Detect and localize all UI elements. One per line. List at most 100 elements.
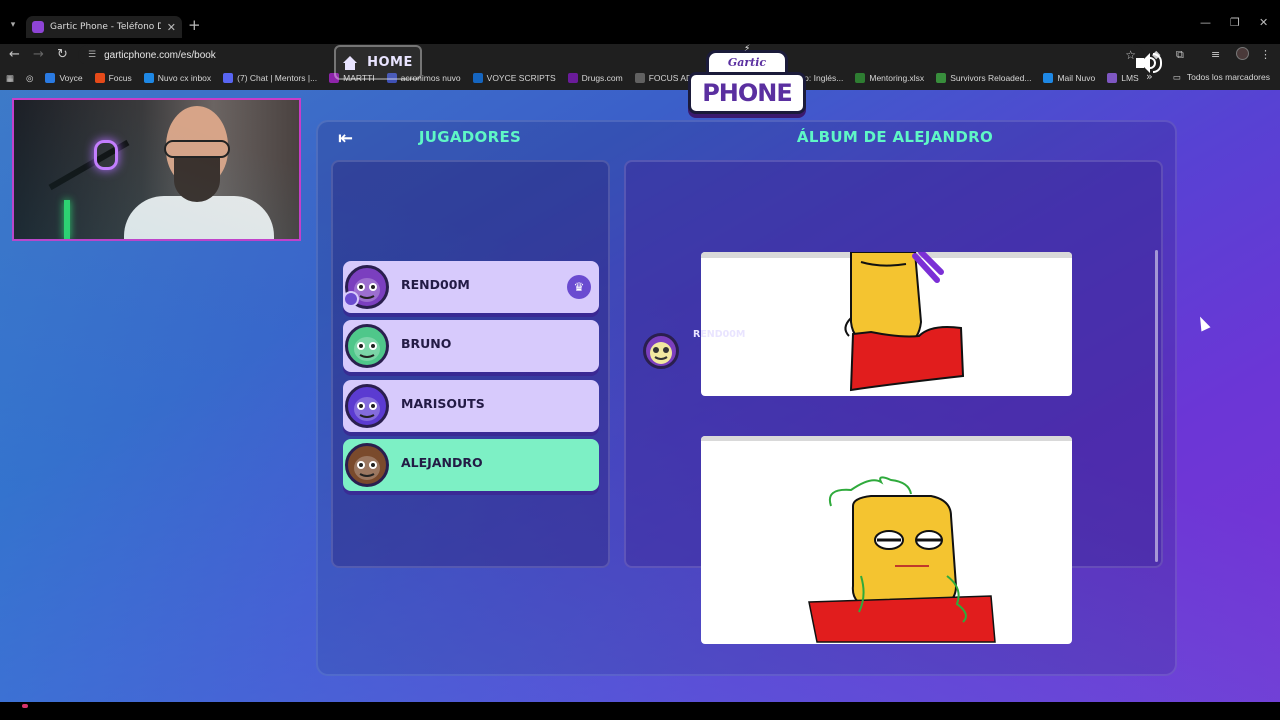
- folder-icon: ▭: [1172, 72, 1181, 82]
- bookmark-list: Voyce Focus Nuvo cx inbox (7) Chat | Mentor…: [45, 73, 1139, 83]
- taskbar: [0, 702, 1280, 720]
- player-avatar-face: [354, 397, 380, 421]
- player-avatar-face: [354, 337, 380, 361]
- player-card[interactable]: REND00M ♛: [343, 261, 599, 313]
- menu-kebab-icon[interactable]: ⋮: [1260, 48, 1271, 61]
- album-scrollbar[interactable]: [1155, 250, 1158, 562]
- all-bookmarks-folder[interactable]: ▭ Todos los marcadores: [1173, 72, 1270, 83]
- home-button[interactable]: HOME: [334, 45, 422, 80]
- tab-favicon-icon: [32, 21, 44, 33]
- tab-title: Gartic Phone - Teléfono Descon: [50, 22, 161, 32]
- bookmark-label: Survivors Reloaded...: [950, 73, 1032, 83]
- sound-wave-2: [1153, 53, 1162, 73]
- player-avatar-face: [354, 456, 380, 480]
- bookmark-label: LMS: [1121, 73, 1139, 83]
- person-beard: [174, 158, 220, 202]
- bookmark-label: Drugs.com: [581, 73, 623, 83]
- forward-icon[interactable]: →: [33, 46, 44, 64]
- minimize-icon[interactable]: —: [1200, 16, 1211, 29]
- back-icon[interactable]: ←: [9, 46, 20, 64]
- user-badge-icon: [343, 291, 359, 307]
- browser-tabbar: ▾ Gartic Phone - Teléfono Descon ✕ + — ❐…: [0, 0, 1280, 44]
- tab-search-icon[interactable]: ▾: [6, 18, 20, 32]
- bookmark-label: Focus: [108, 73, 132, 83]
- reload-icon[interactable]: ↻: [57, 46, 68, 64]
- apps-grid-icon[interactable]: ▦: [6, 73, 14, 84]
- logo-bottom-text: PHONE: [702, 79, 793, 107]
- speaker-cone: [1140, 53, 1150, 73]
- bookmark-favicon-icon: [472, 73, 483, 83]
- bookmark-item[interactable]: (7) Chat | Mentors |...: [223, 73, 317, 83]
- media-control-icon[interactable]: ≡: [1211, 48, 1220, 61]
- album-title: ÁLBUM DE ALEJANDRO: [796, 128, 994, 146]
- player-avatar: [345, 324, 389, 368]
- bookmark-item[interactable]: Drugs.com: [567, 73, 623, 83]
- bookmark-favicon-icon: [45, 73, 56, 83]
- bookmark-label: Voyce: [59, 73, 83, 83]
- player-name: REND00M: [401, 277, 470, 292]
- player-avatar: [345, 384, 389, 428]
- person-glasses: [164, 140, 230, 158]
- bookmark-favicon-icon: [1043, 73, 1054, 83]
- maximize-icon[interactable]: ❐: [1230, 16, 1240, 29]
- bookmark-item[interactable]: Voyce: [45, 73, 83, 83]
- bookmark-label: Mail Nuvo: [1057, 73, 1096, 83]
- bookmark-item[interactable]: Survivors Reloaded...: [936, 73, 1031, 83]
- bookmark-label: VOYCE SCRIPTS: [486, 73, 556, 83]
- bookmark-item[interactable]: Mail Nuvo: [1043, 73, 1095, 83]
- bookmark-item[interactable]: Focus: [94, 73, 132, 83]
- bookmark-chrome-icon[interactable]: ◎: [26, 73, 33, 84]
- logo-bottom: PHONE: [688, 72, 806, 114]
- author-avatar-art: [650, 342, 672, 364]
- gartic-phone-logo: Gartic PHONE ⚡: [688, 44, 806, 116]
- bookmark-label: Mentoring.xlsx: [869, 73, 925, 83]
- bookmark-label: Nuvo cx inbox: [157, 73, 212, 83]
- bookmark-label: (7) Chat | Mentors |...: [237, 73, 318, 83]
- exit-arrow-icon[interactable]: ⇤: [338, 128, 353, 149]
- player-name: ALEJANDRO: [401, 455, 483, 470]
- bookmark-favicon-icon: [936, 73, 947, 83]
- player-name: BRUNO: [401, 336, 452, 351]
- bookmark-favicon-icon: [855, 73, 866, 83]
- bookmark-favicon-icon: [143, 73, 154, 83]
- drawing-2-canvas: [701, 436, 1072, 643]
- bookmark-star-icon[interactable]: ☆: [1125, 48, 1136, 62]
- new-tab-icon[interactable]: +: [188, 16, 201, 34]
- bookmark-item[interactable]: Nuvo cx inbox: [143, 73, 212, 83]
- extensions-puzzle-icon[interactable]: ⧉: [1176, 48, 1184, 62]
- bookmark-favicon-icon: [567, 73, 578, 83]
- drawing-1-canvas: [701, 252, 1072, 392]
- browser-tab[interactable]: Gartic Phone - Teléfono Descon ✕: [26, 16, 182, 38]
- bookmark-item[interactable]: LMS: [1107, 73, 1139, 83]
- bookmark-item[interactable]: VOYCE SCRIPTS: [472, 73, 556, 83]
- player-avatar: [345, 443, 389, 487]
- close-window-icon[interactable]: ✕: [1259, 16, 1268, 29]
- crown-icon: ♛: [567, 275, 591, 299]
- album-drawing-2: [701, 436, 1072, 644]
- players-title: JUGADORES: [418, 128, 522, 146]
- site-info-icon[interactable]: ☰: [88, 50, 96, 60]
- player-card[interactable]: BRUNO: [343, 320, 599, 372]
- taskbar-indicator: [22, 704, 28, 708]
- player-card[interactable]: ALEJANDRO: [343, 439, 599, 491]
- bookmark-favicon-icon: [1107, 73, 1118, 83]
- person-shirt: [124, 196, 274, 239]
- all-bookmarks-label: Todos los marcadores: [1186, 72, 1270, 82]
- profile-avatar[interactable]: [1236, 47, 1249, 60]
- microphone: [94, 140, 118, 170]
- album-author-avatar: [643, 333, 679, 369]
- led-light: [64, 200, 70, 239]
- logo-bolt-icon: ⚡: [744, 44, 751, 54]
- tab-close-icon[interactable]: ✕: [167, 21, 176, 34]
- home-icon: [343, 55, 358, 70]
- bookmark-item[interactable]: Mentoring.xlsx: [855, 73, 924, 83]
- address-bar[interactable]: ☰ garticphone.com/es/book ☆: [78, 45, 1144, 65]
- album-author-name: REND00M: [693, 329, 746, 340]
- bookmark-favicon-icon: [634, 73, 645, 83]
- bookmarks-bar: ▦ ◎ Voyce Focus Nuvo cx inbox (7) Chat | Me…: [0, 66, 1280, 90]
- logo-top-text: Gartic: [727, 56, 767, 69]
- bookmark-favicon-icon: [223, 73, 234, 83]
- sound-icon[interactable]: [1136, 52, 1164, 74]
- browser-toolbar: ← → ↻ ☰ garticphone.com/es/book ☆ ◆ ⧉ ≡ …: [0, 44, 1280, 66]
- player-card[interactable]: MARISOUTS: [343, 380, 599, 432]
